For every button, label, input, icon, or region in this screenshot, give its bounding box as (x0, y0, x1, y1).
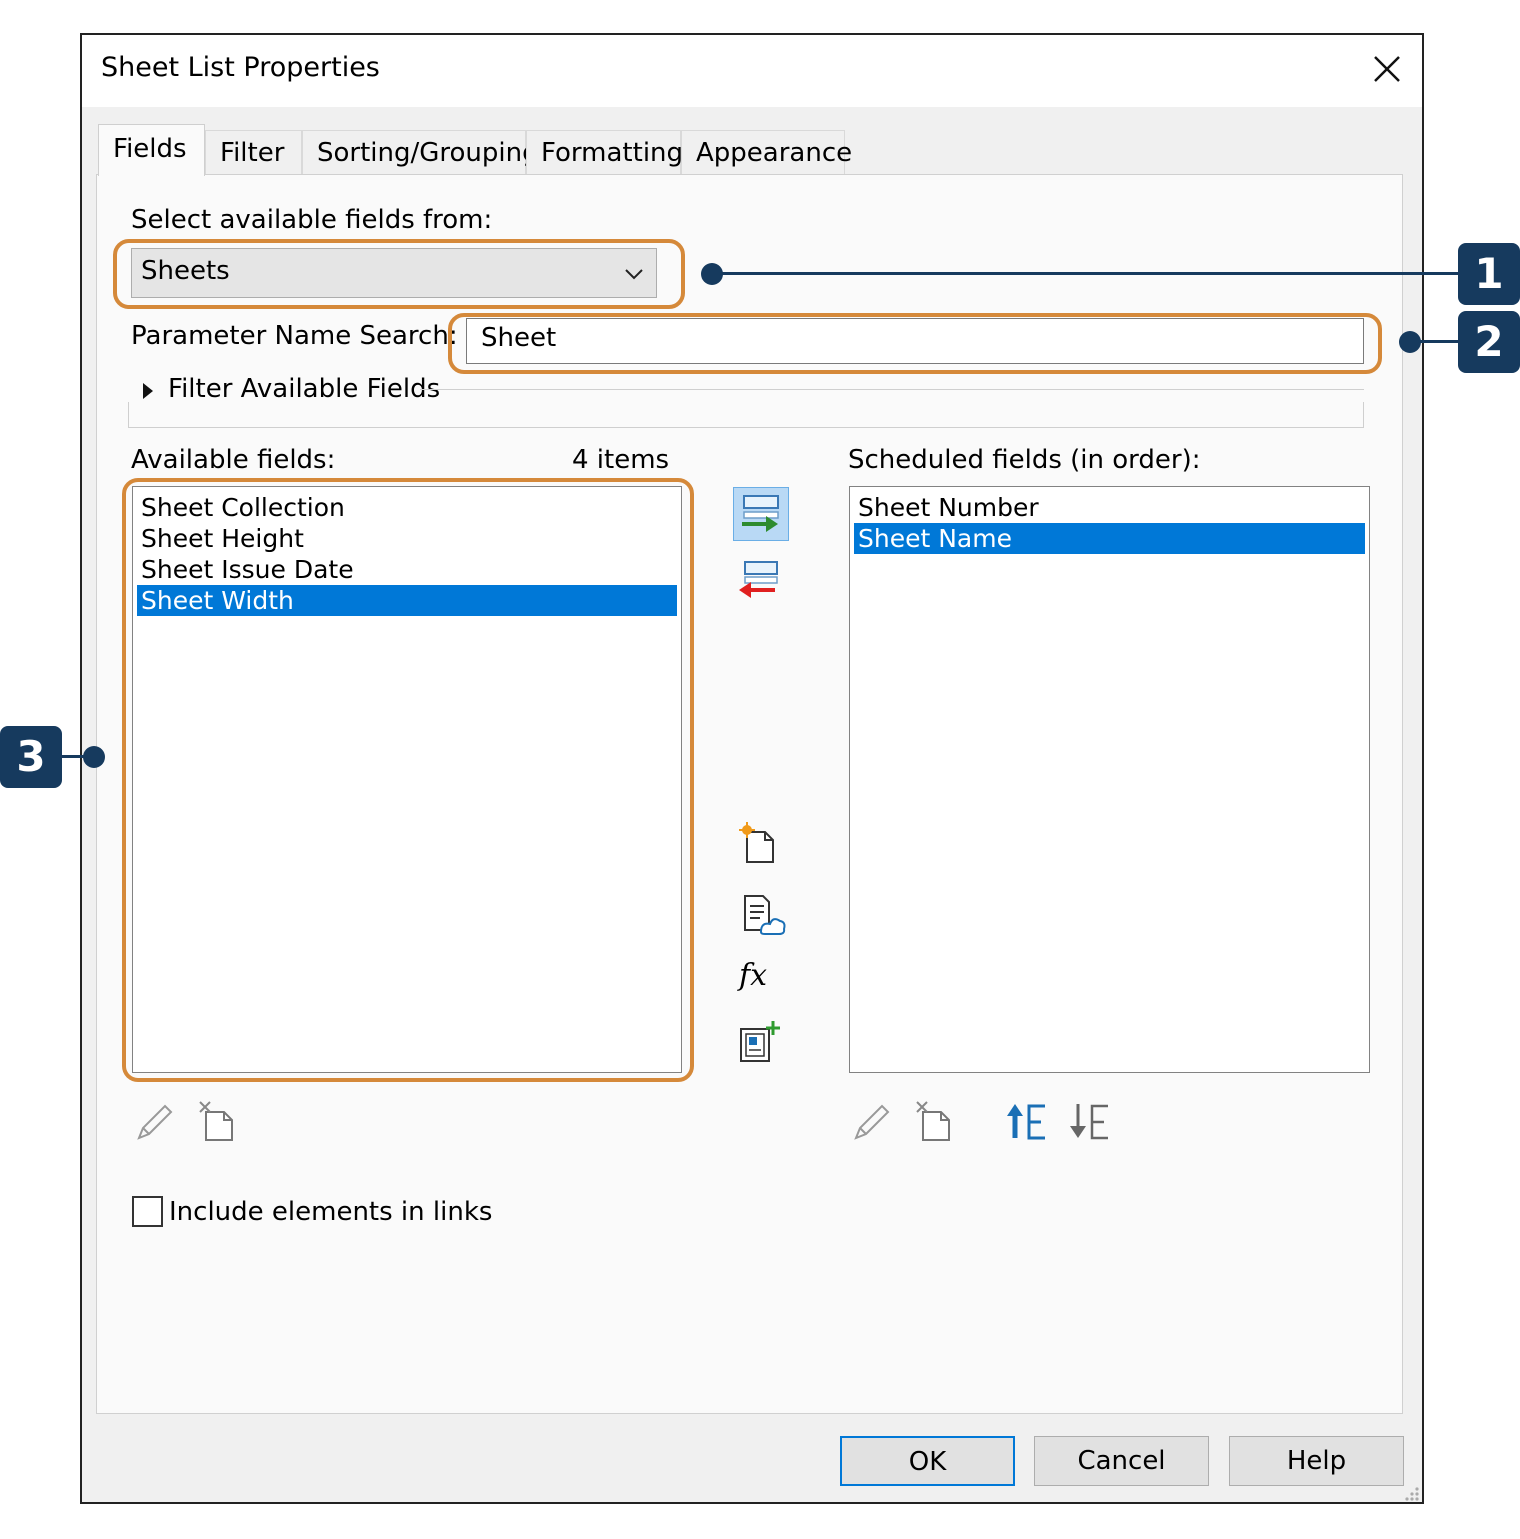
shared-parameter-button[interactable] (737, 892, 787, 938)
move-up-button[interactable] (1005, 1100, 1051, 1144)
callout-badge-1: 1 (1458, 243, 1520, 305)
close-button[interactable] (1366, 48, 1408, 90)
remove-parameter-button[interactable] (735, 558, 787, 602)
pencil-icon (137, 1104, 173, 1140)
combine-parameters-button[interactable] (737, 1019, 783, 1065)
add-parameter-button[interactable] (733, 487, 789, 541)
callout-badge-2: 2 (1458, 311, 1520, 373)
delete-parameter-button[interactable] (196, 1100, 240, 1144)
close-icon (1374, 56, 1400, 82)
fx-icon: 𝑓𝑥 (739, 958, 768, 993)
available-fields-label: Available fields: (131, 445, 336, 475)
highlight-source-dropdown (113, 239, 685, 309)
include-links-checkbox[interactable] (132, 1196, 163, 1227)
help-button[interactable]: Help (1229, 1436, 1404, 1486)
callout-line-2 (1410, 340, 1460, 343)
expand-triangle-icon[interactable] (138, 379, 158, 403)
scheduled-fields-label: Scheduled fields (in order): (848, 445, 1201, 475)
new-parameter-icon (739, 822, 774, 863)
tab-formatting[interactable]: Formatting (526, 130, 683, 174)
move-down-button[interactable] (1066, 1100, 1112, 1144)
edit-scheduled-parameter-button[interactable] (850, 1100, 894, 1144)
filter-group-divider (420, 389, 1364, 390)
highlight-available-list (122, 478, 694, 1082)
delete-parameter-icon (199, 1101, 233, 1141)
ok-button[interactable]: OK (840, 1436, 1015, 1486)
delete-scheduled-parameter-button[interactable] (913, 1100, 957, 1144)
available-fields-count: 4 items (572, 445, 670, 475)
new-parameter-button[interactable] (735, 820, 781, 866)
shared-parameter-icon (744, 895, 786, 935)
cancel-button[interactable]: Cancel (1034, 1436, 1209, 1486)
highlight-search-field (448, 313, 1382, 374)
add-to-schedule-icon (742, 495, 779, 532)
remove-from-schedule-icon (739, 561, 778, 598)
delete-parameter-icon (916, 1101, 950, 1141)
include-links-label: Include elements in links (169, 1197, 493, 1227)
search-label: Parameter Name Search: (131, 321, 458, 351)
window-title: Sheet List Properties (101, 52, 380, 83)
tab-filter[interactable]: Filter (205, 130, 302, 174)
pencil-icon (854, 1104, 890, 1140)
move-up-icon (1007, 1104, 1045, 1140)
list-item[interactable]: Sheet Number (854, 492, 1365, 523)
combine-parameters-icon (740, 1021, 780, 1062)
edit-parameter-button[interactable] (133, 1100, 177, 1144)
scheduled-fields-list[interactable]: Sheet Number Sheet Name (849, 486, 1370, 1073)
move-down-icon (1070, 1104, 1108, 1140)
filter-available-fields-toggle[interactable]: Filter Available Fields (168, 374, 440, 404)
tab-appearance[interactable]: Appearance (681, 130, 852, 174)
callout-dot-3 (83, 746, 105, 768)
list-item-selected[interactable]: Sheet Name (854, 523, 1365, 554)
tab-fields[interactable]: Fields (98, 124, 205, 176)
callout-badge-3: 3 (0, 726, 62, 788)
callout-line-1 (712, 272, 1460, 275)
resize-grip-icon[interactable] (1402, 1484, 1420, 1502)
tab-sorting-grouping[interactable]: Sorting/Grouping (302, 130, 539, 174)
calculated-value-button[interactable]: 𝑓𝑥 (739, 956, 779, 996)
filter-group-box (128, 402, 1364, 428)
select-from-label: Select available fields from: (131, 205, 493, 235)
